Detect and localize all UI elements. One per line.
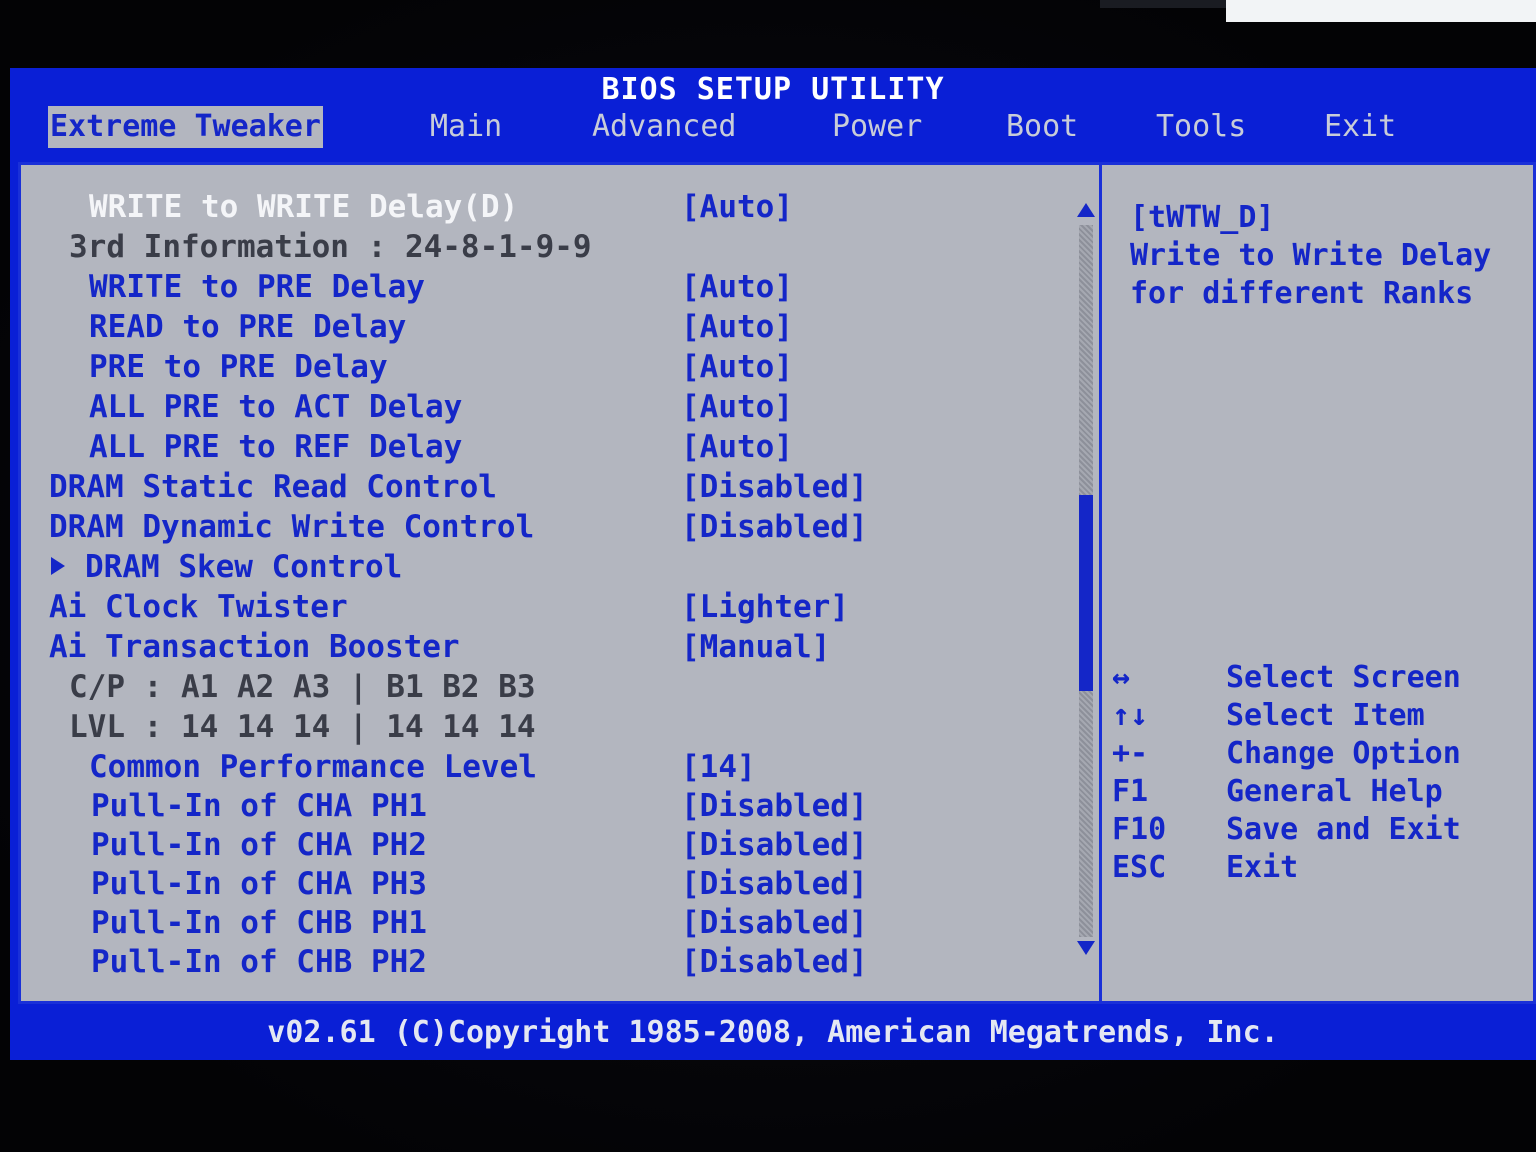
monitor-bezel: BIOS SETUP UTILITY Extreme Tweaker Main … bbox=[0, 0, 1536, 1152]
key-hint-change-option: +- Change Option bbox=[1112, 735, 1532, 773]
setting-label: Ai Clock Twister bbox=[49, 589, 348, 625]
setting-value: [Auto] bbox=[681, 349, 793, 385]
setting-label: Pull-In of CHA PH2 bbox=[91, 827, 427, 863]
up-down-arrow-icon: ↑↓ bbox=[1112, 698, 1149, 733]
setting-value: [Auto] bbox=[681, 389, 793, 425]
setting-label: Pull-In of CHB PH1 bbox=[91, 905, 427, 941]
setting-value: [Auto] bbox=[681, 429, 793, 465]
setting-row-ai-transaction-booster[interactable]: Ai Transaction Booster [Manual] bbox=[21, 627, 1071, 667]
key-hint-save-and-exit: F10 Save and Exit bbox=[1112, 811, 1532, 849]
help-text-line: for different Ranks bbox=[1130, 276, 1474, 311]
setting-row-all-pre-to-act-delay[interactable]: ALL PRE to ACT Delay [Auto] bbox=[21, 387, 1071, 427]
bios-title: BIOS SETUP UTILITY bbox=[601, 72, 945, 107]
key-description: Exit bbox=[1226, 850, 1299, 885]
setting-row-pull-in-cha-ph3[interactable]: Pull-In of CHA PH3 [Disabled] bbox=[21, 864, 1071, 904]
setting-value: [Auto] bbox=[681, 269, 793, 305]
help-pane: [tWTW_D] Write to Write Delay for differ… bbox=[1099, 165, 1533, 1001]
bios-screen: BIOS SETUP UTILITY Extreme Tweaker Main … bbox=[10, 68, 1536, 1060]
key-description: Save and Exit bbox=[1226, 812, 1461, 847]
setting-label: DRAM Static Read Control bbox=[49, 469, 497, 505]
setting-value: [Lighter] bbox=[681, 589, 849, 625]
left-right-arrow-icon: ↔ bbox=[1112, 660, 1131, 695]
setting-row-pre-to-pre-delay[interactable]: PRE to PRE Delay [Auto] bbox=[21, 347, 1071, 387]
scroll-up-arrow-icon[interactable] bbox=[1077, 203, 1095, 217]
setting-label: Pull-In of CHB PH2 bbox=[91, 944, 427, 980]
tab-boot[interactable]: Boot bbox=[1006, 106, 1078, 148]
key-label: F10 bbox=[1112, 812, 1167, 847]
setting-value: [Disabled] bbox=[681, 469, 868, 505]
key-hint-exit: ESC Exit bbox=[1112, 849, 1532, 887]
background-edge bbox=[1100, 0, 1226, 8]
setting-value: [Disabled] bbox=[681, 866, 868, 902]
setting-value: [Manual] bbox=[681, 629, 831, 665]
info-text: 3rd Information : 24-8-1-9-9 bbox=[69, 229, 592, 265]
scrollbar-thumb[interactable] bbox=[1079, 495, 1093, 691]
setting-row-read-to-pre-delay[interactable]: READ to PRE Delay [Auto] bbox=[21, 307, 1071, 347]
key-hint-select-screen: ↔ Select Screen bbox=[1112, 659, 1532, 697]
submenu-row-dram-skew-control[interactable]: DRAM Skew Control bbox=[21, 547, 1071, 587]
menu-bar: Extreme Tweaker Main Advanced Power Boot… bbox=[10, 106, 1536, 152]
tab-extreme-tweaker[interactable]: Extreme Tweaker bbox=[48, 106, 323, 148]
info-text: C/P : A1 A2 A3 | B1 B2 B3 bbox=[69, 669, 536, 705]
setting-label: PRE to PRE Delay bbox=[89, 349, 388, 385]
setting-row-pull-in-chb-ph2[interactable]: Pull-In of CHB PH2 [Disabled] bbox=[21, 942, 1071, 982]
setting-value: [Disabled] bbox=[681, 944, 868, 980]
key-description: Change Option bbox=[1226, 736, 1461, 771]
tab-power[interactable]: Power bbox=[832, 106, 922, 148]
submenu-label-wrap: DRAM Skew Control bbox=[51, 547, 402, 587]
tab-exit[interactable]: Exit bbox=[1324, 106, 1396, 148]
setting-label: WRITE to WRITE Delay(D) bbox=[89, 189, 519, 225]
setting-row-pull-in-cha-ph2[interactable]: Pull-In of CHA PH2 [Disabled] bbox=[21, 825, 1071, 865]
scroll-down-arrow-icon[interactable] bbox=[1077, 941, 1095, 955]
setting-row-write-to-write-delay-d[interactable]: WRITE to WRITE Delay(D) [Auto] bbox=[21, 187, 1071, 227]
setting-label: Pull-In of CHA PH1 bbox=[91, 788, 427, 824]
setting-value: [Auto] bbox=[681, 309, 793, 345]
help-text-line: Write to Write Delay bbox=[1130, 238, 1492, 273]
setting-row-ai-clock-twister[interactable]: Ai Clock Twister [Lighter] bbox=[21, 587, 1071, 627]
tab-main[interactable]: Main bbox=[430, 106, 502, 148]
info-text: LVL : 14 14 14 | 14 14 14 bbox=[69, 709, 536, 745]
key-label: F1 bbox=[1112, 774, 1149, 809]
info-row-3rd-information: 3rd Information : 24-8-1-9-9 bbox=[21, 227, 1071, 267]
key-description: Select Screen bbox=[1226, 660, 1461, 695]
setting-label: DRAM Skew Control bbox=[85, 549, 403, 585]
key-hint-general-help: F1 General Help bbox=[1112, 773, 1532, 811]
setting-value: [Disabled] bbox=[681, 788, 868, 824]
copyright-footer: v02.61 (C)Copyright 1985-2008, American … bbox=[267, 1015, 1279, 1050]
setting-label: Pull-In of CHA PH3 bbox=[91, 866, 427, 902]
setting-label: WRITE to PRE Delay bbox=[89, 269, 425, 305]
setting-label: ALL PRE to REF Delay bbox=[89, 429, 463, 465]
setting-row-pull-in-chb-ph1[interactable]: Pull-In of CHB PH1 [Disabled] bbox=[21, 903, 1071, 943]
submenu-arrow-icon bbox=[51, 556, 65, 575]
key-description: Select Item bbox=[1226, 698, 1425, 733]
setting-value: [Disabled] bbox=[681, 905, 868, 941]
setting-value: [Auto] bbox=[681, 189, 793, 225]
settings-list: WRITE to WRITE Delay(D) [Auto] 3rd Infor… bbox=[21, 165, 1095, 1001]
key-label: ESC bbox=[1112, 850, 1167, 885]
setting-label: READ to PRE Delay bbox=[89, 309, 407, 345]
info-row-lvl: LVL : 14 14 14 | 14 14 14 bbox=[21, 707, 1071, 747]
setting-row-dram-dynamic-write-control[interactable]: DRAM Dynamic Write Control [Disabled] bbox=[21, 507, 1071, 547]
background-glare bbox=[1226, 0, 1536, 22]
setting-value: [14] bbox=[681, 749, 756, 785]
key-label: +- bbox=[1112, 736, 1149, 771]
settings-panel: WRITE to WRITE Delay(D) [Auto] 3rd Infor… bbox=[18, 162, 1536, 1004]
setting-label: DRAM Dynamic Write Control bbox=[49, 509, 535, 545]
setting-label: Ai Transaction Booster bbox=[49, 629, 460, 665]
setting-value: [Disabled] bbox=[681, 827, 868, 863]
setting-row-pull-in-cha-ph1[interactable]: Pull-In of CHA PH1 [Disabled] bbox=[21, 786, 1071, 826]
tab-advanced[interactable]: Advanced bbox=[592, 106, 737, 148]
setting-label: ALL PRE to ACT Delay bbox=[89, 389, 463, 425]
setting-row-all-pre-to-ref-delay[interactable]: ALL PRE to REF Delay [Auto] bbox=[21, 427, 1071, 467]
tab-tools[interactable]: Tools bbox=[1156, 106, 1246, 148]
setting-row-common-performance-level[interactable]: Common Performance Level [14] bbox=[21, 747, 1071, 787]
setting-value: [Disabled] bbox=[681, 509, 868, 545]
help-title: [tWTW_D] bbox=[1130, 200, 1275, 235]
setting-row-write-to-pre-delay[interactable]: WRITE to PRE Delay [Auto] bbox=[21, 267, 1071, 307]
key-description: General Help bbox=[1226, 774, 1443, 809]
setting-row-dram-static-read-control[interactable]: DRAM Static Read Control [Disabled] bbox=[21, 467, 1071, 507]
key-hint-select-item: ↑↓ Select Item bbox=[1112, 697, 1532, 735]
setting-label: Common Performance Level bbox=[89, 749, 537, 785]
info-row-cp: C/P : A1 A2 A3 | B1 B2 B3 bbox=[21, 667, 1071, 707]
